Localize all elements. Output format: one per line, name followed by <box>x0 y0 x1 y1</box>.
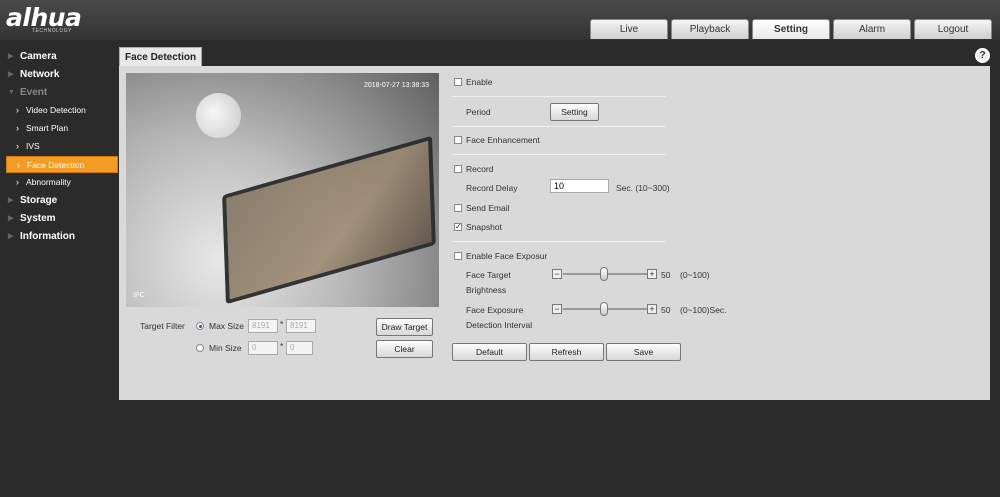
record-delay-input[interactable]: 10 <box>550 179 609 193</box>
brightness-plus-button[interactable]: + <box>647 269 657 279</box>
period-setting-button[interactable]: Setting <box>550 103 599 121</box>
min-width-input[interactable]: 0 <box>248 341 278 355</box>
chevron-right-icon: › <box>16 177 19 187</box>
tab-alarm[interactable]: Alarm <box>833 19 911 39</box>
divider <box>452 241 666 242</box>
record-checkbox[interactable] <box>454 165 462 173</box>
interval-range: (0~100)Sec. <box>680 305 727 315</box>
interval-minus-button[interactable]: − <box>552 304 562 314</box>
draw-target-button[interactable]: Draw Target <box>376 318 433 336</box>
tab-live[interactable]: Live <box>590 19 668 39</box>
enable-checkbox[interactable] <box>454 78 462 86</box>
record-label: Record <box>466 164 494 174</box>
chevron-right-icon: › <box>17 160 20 170</box>
brightness-label-line2: Brightness <box>466 285 507 295</box>
interval-slider-thumb[interactable] <box>600 302 608 316</box>
brightness-label-line1: Face Target <box>466 270 511 280</box>
divider <box>452 96 666 97</box>
expand-arrow-icon: ▶ <box>8 71 14 78</box>
chevron-right-icon: › <box>16 141 19 151</box>
panel-title-tab: Face Detection <box>119 47 202 67</box>
interval-label-line1: Face Exposure <box>466 305 524 315</box>
collapse-arrow-icon: ▼ <box>8 89 15 96</box>
expand-arrow-icon: ▶ <box>8 233 14 240</box>
sidebar-item-camera[interactable]: ▶ Camera <box>0 48 118 66</box>
sidebar: ▶ Camera ▶ Network ▼ Event › Video Detection… <box>0 40 118 497</box>
brand-logo-subtitle: TECHNOLOGY <box>32 28 73 34</box>
video-timestamp: 2018-07-27 13:38:33 <box>364 82 429 89</box>
face-enhancement-checkbox[interactable] <box>454 136 462 144</box>
sidebar-item-label: Storage <box>20 195 58 206</box>
max-width-input[interactable]: 8191 <box>248 319 278 333</box>
video-channel-label: IPC <box>133 292 145 299</box>
sidebar-subitem-label: Video Detection <box>26 105 86 115</box>
face-exposure-checkbox[interactable] <box>454 252 462 260</box>
sidebar-item-storage[interactable]: ▶ Storage <box>0 192 118 210</box>
video-vignette <box>126 73 439 307</box>
tab-playback[interactable]: Playback <box>671 19 749 39</box>
sidebar-subitem-video-detection[interactable]: › Video Detection <box>6 102 118 119</box>
target-filter-label: Target Filter <box>140 321 185 331</box>
brightness-slider-thumb[interactable] <box>600 267 608 281</box>
sidebar-subitem-label: IVS <box>26 141 40 151</box>
tab-logout[interactable]: Logout <box>914 19 992 39</box>
max-height-input[interactable]: 8191 <box>286 319 316 333</box>
video-preview[interactable]: 2018-07-27 13:38:33 IPC <box>126 73 439 307</box>
sidebar-subitem-abnormality[interactable]: › Abnormality <box>6 174 118 191</box>
min-size-radio[interactable] <box>196 344 204 352</box>
face-enhancement-label: Face Enhancement <box>466 135 540 145</box>
clear-button[interactable]: Clear <box>376 340 433 358</box>
sidebar-subitem-face-detection[interactable]: › Face Detection <box>6 156 118 173</box>
divider <box>452 154 666 155</box>
interval-label-line2: Detection Interval <box>466 320 533 330</box>
tab-setting[interactable]: Setting <box>752 19 830 39</box>
sidebar-item-network[interactable]: ▶ Network <box>0 66 118 84</box>
brightness-range: (0~100) <box>680 270 710 280</box>
sidebar-subitem-smart-plan[interactable]: › Smart Plan <box>6 120 118 137</box>
expand-arrow-icon: ▶ <box>8 53 14 60</box>
help-icon[interactable]: ? <box>975 48 990 63</box>
refresh-button[interactable]: Refresh <box>529 343 604 361</box>
brightness-minus-button[interactable]: − <box>552 269 562 279</box>
max-size-label: Max Size <box>209 321 244 331</box>
sidebar-subitem-ivs[interactable]: › IVS <box>6 138 118 155</box>
period-label: Period <box>466 107 491 117</box>
brightness-value: 50 <box>661 270 671 280</box>
default-button[interactable]: Default <box>452 343 527 361</box>
enable-label: Enable <box>466 77 493 87</box>
sidebar-item-event[interactable]: ▼ Event <box>0 84 118 102</box>
chevron-right-icon: › <box>16 123 19 133</box>
min-size-label: Min Size <box>209 343 242 353</box>
sidebar-subitem-label: Smart Plan <box>26 123 69 133</box>
snapshot-checkbox[interactable]: ✓ <box>454 223 462 231</box>
sidebar-item-label: System <box>20 213 56 224</box>
sidebar-item-label: Event <box>20 87 48 98</box>
face-exposure-label: Enable Face Exposur <box>466 251 548 261</box>
sidebar-item-label: Camera <box>20 51 57 62</box>
sidebar-subitem-label: Face Detection <box>27 160 85 170</box>
interval-value: 50 <box>661 305 671 315</box>
interval-plus-button[interactable]: + <box>647 304 657 314</box>
chevron-right-icon: › <box>16 105 19 115</box>
send-email-checkbox[interactable] <box>454 204 462 212</box>
size-separator: * <box>280 341 284 351</box>
sidebar-item-information[interactable]: ▶ Information <box>0 228 118 246</box>
sidebar-subitem-label: Abnormality <box>26 177 71 187</box>
divider <box>452 126 666 127</box>
expand-arrow-icon: ▶ <box>8 197 14 204</box>
header-bar: alhua TECHNOLOGY Live Playback Setting A… <box>0 0 1000 40</box>
max-size-radio[interactable] <box>196 322 204 330</box>
sidebar-item-label: Network <box>20 69 60 80</box>
top-nav: Live Playback Setting Alarm Logout <box>590 19 992 39</box>
sidebar-item-label: Information <box>20 231 75 242</box>
record-delay-label: Record Delay <box>466 183 518 193</box>
sidebar-item-system[interactable]: ▶ System <box>0 210 118 228</box>
record-delay-range: Sec. (10~300) <box>616 183 670 193</box>
min-height-input[interactable]: 0 <box>286 341 313 355</box>
save-button[interactable]: Save <box>606 343 681 361</box>
size-separator: * <box>280 319 284 329</box>
expand-arrow-icon: ▶ <box>8 215 14 222</box>
snapshot-label: Snapshot <box>466 222 502 232</box>
send-email-label: Send Email <box>466 203 510 213</box>
